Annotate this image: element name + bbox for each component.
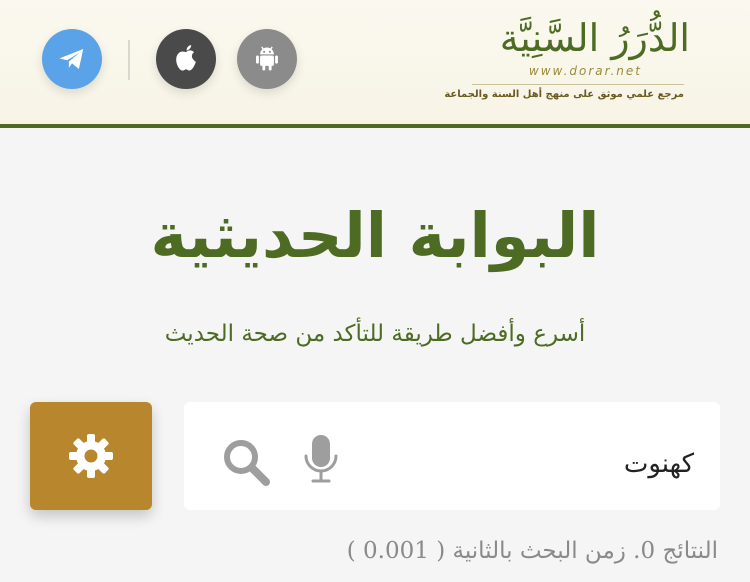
logo-divider — [472, 84, 684, 85]
search-input[interactable] — [494, 442, 694, 486]
search-icon[interactable] — [222, 438, 272, 488]
microphone-icon[interactable] — [302, 434, 340, 484]
site-logo[interactable]: الدُّرَرُ السَّنِيَّة www.dorar.net مرجع… — [444, 14, 690, 110]
page-title: البوابة الحديثية — [150, 199, 600, 272]
gear-icon — [69, 434, 113, 478]
logo-url: www.dorar.net — [528, 64, 642, 78]
android-app-button[interactable] — [237, 29, 297, 89]
settings-button[interactable] — [30, 402, 152, 510]
apple-icon — [176, 45, 196, 71]
results-summary: النتائج 0. زمن البحث بالثانية ( 0.001 ) — [346, 538, 718, 564]
android-icon — [256, 46, 278, 71]
page-subtitle: أسرع وأفضل طريقة للتأكد من صحة الحديث — [164, 321, 586, 347]
header-divider — [128, 40, 130, 80]
site-header: الدُّرَرُ السَّنِيَّة www.dorar.net مرجع… — [0, 0, 750, 128]
telegram-button[interactable] — [42, 29, 102, 89]
telegram-icon — [59, 49, 84, 69]
logo-title: الدُّرَرُ السَّنِيَّة — [499, 16, 690, 60]
search-box — [184, 402, 720, 510]
apple-app-button[interactable] — [156, 29, 216, 89]
logo-tagline: مرجع علمي موثق على منهج أهل السنة والجما… — [444, 89, 684, 100]
